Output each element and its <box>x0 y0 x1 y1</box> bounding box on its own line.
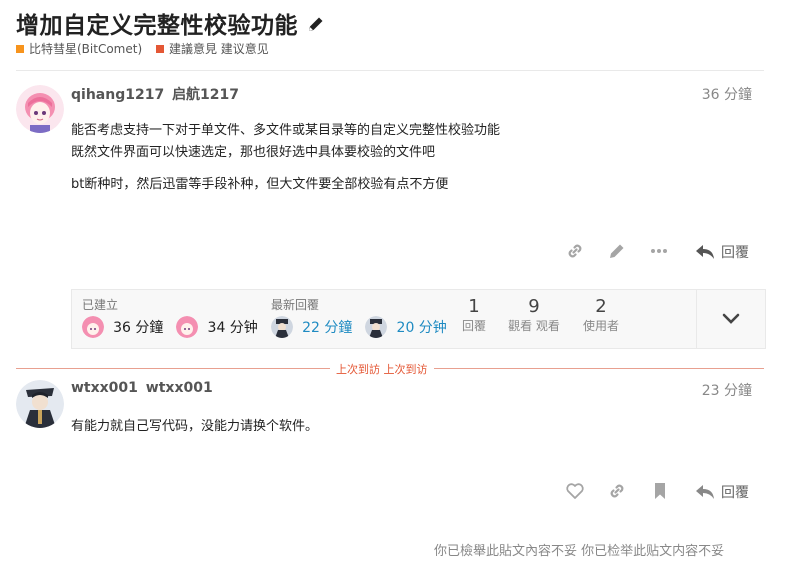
reply-button[interactable]: 回覆 <box>695 482 749 502</box>
display-name[interactable]: 启航1217 <box>172 87 239 103</box>
stat-number: 9 <box>528 296 540 317</box>
expand-topic-map-button[interactable] <box>696 290 765 348</box>
topic-title-text: 增加自定义完整性校验功能 <box>16 13 298 39</box>
link-icon[interactable] <box>565 241 585 265</box>
reply-button[interactable]: 回覆 <box>695 242 749 262</box>
username[interactable]: qihang1217 <box>71 87 164 103</box>
bookmark-icon[interactable] <box>650 481 670 505</box>
created-label: 已建立 <box>82 298 119 312</box>
avatar <box>82 316 104 338</box>
stat-users: 2 使用者 <box>572 296 630 334</box>
avatar <box>271 316 293 338</box>
avatar <box>365 316 388 338</box>
post-body: 有能力就自己写代码，没能力请换个软件。 <box>71 419 319 434</box>
avatar <box>176 316 199 338</box>
category-label: 建議意見 建议意见 <box>168 42 269 56</box>
display-name[interactable]: wtxx001 <box>146 380 213 396</box>
category-color-square <box>155 45 164 53</box>
last-reply-time-alt: 20 分钟 <box>396 319 447 336</box>
created-info[interactable]: 36 分鐘 34 分钟 <box>82 316 258 338</box>
stat-views: 9 觀看 观看 <box>502 296 566 334</box>
pencil-icon[interactable] <box>306 14 326 40</box>
last-reply-label: 最新回覆 <box>271 298 320 312</box>
last-reply-info[interactable]: 22 分鐘 20 分钟 <box>271 316 447 338</box>
link-icon[interactable] <box>607 481 627 505</box>
category-label: 比特彗星(BitComet) <box>29 42 143 56</box>
post-author[interactable]: qihang1217 启航1217 <box>71 84 239 104</box>
reply-label: 回覆 <box>721 245 749 261</box>
reply-label: 回覆 <box>721 485 749 501</box>
created-time-alt: 34 分钟 <box>207 319 258 336</box>
stat-replies: 1 回覆 <box>450 296 498 334</box>
category-badge-bitcomet[interactable]: 比特彗星(BitComet) <box>16 42 142 56</box>
edit-icon[interactable] <box>607 241 627 265</box>
category-badges: 比特彗星(BitComet) 建議意見 建议意见 <box>16 40 279 57</box>
last-reply-time: 22 分鐘 <box>302 319 353 336</box>
stat-number: 1 <box>468 296 480 317</box>
reply-icon <box>696 485 714 499</box>
created-time: 36 分鐘 <box>113 319 164 336</box>
post-time[interactable]: 36 分鐘 <box>652 84 752 104</box>
more-icon[interactable] <box>649 241 669 265</box>
category-badge-suggestion[interactable]: 建議意見 建议意见 <box>155 42 269 56</box>
post-paragraph: bt断种时，然后迅雷等手段补种，但大文件要全部校验有点不方便 <box>71 177 449 192</box>
avatar[interactable] <box>16 380 64 428</box>
last-visit-label: 上次到訪 上次到访 <box>330 361 434 377</box>
post-time[interactable]: 23 分鐘 <box>652 380 752 400</box>
post-line: 既然文件界面可以快速选定，那也很好选中具体要校验的文件吧 <box>71 145 436 160</box>
flagged-notice: 你已檢舉此貼文內容不妥 你已检举此贴文内容不妥 <box>434 544 725 559</box>
heart-icon[interactable] <box>565 481 585 505</box>
stat-label: 回覆 <box>461 319 486 333</box>
stat-number: 2 <box>595 296 607 317</box>
reply-icon <box>696 245 714 259</box>
chevron-down-icon <box>722 313 740 324</box>
title-divider <box>16 70 764 71</box>
topic-title: 增加自定义完整性校验功能 <box>16 6 326 40</box>
post-line: 能否考虑支持一下对于单文件、多文件或某目录等的自定义完整性校验功能 <box>71 123 501 138</box>
username[interactable]: wtxx001 <box>71 380 138 396</box>
stat-label: 使用者 <box>582 319 619 333</box>
avatar[interactable] <box>16 85 64 133</box>
category-color-square <box>16 45 24 53</box>
stat-label: 觀看 观看 <box>508 319 560 333</box>
post-body: 能否考虑支持一下对于单文件、多文件或某目录等的自定义完整性校验功能 既然文件界面… <box>71 120 500 196</box>
post-author[interactable]: wtxx001 wtxx001 <box>71 380 213 396</box>
